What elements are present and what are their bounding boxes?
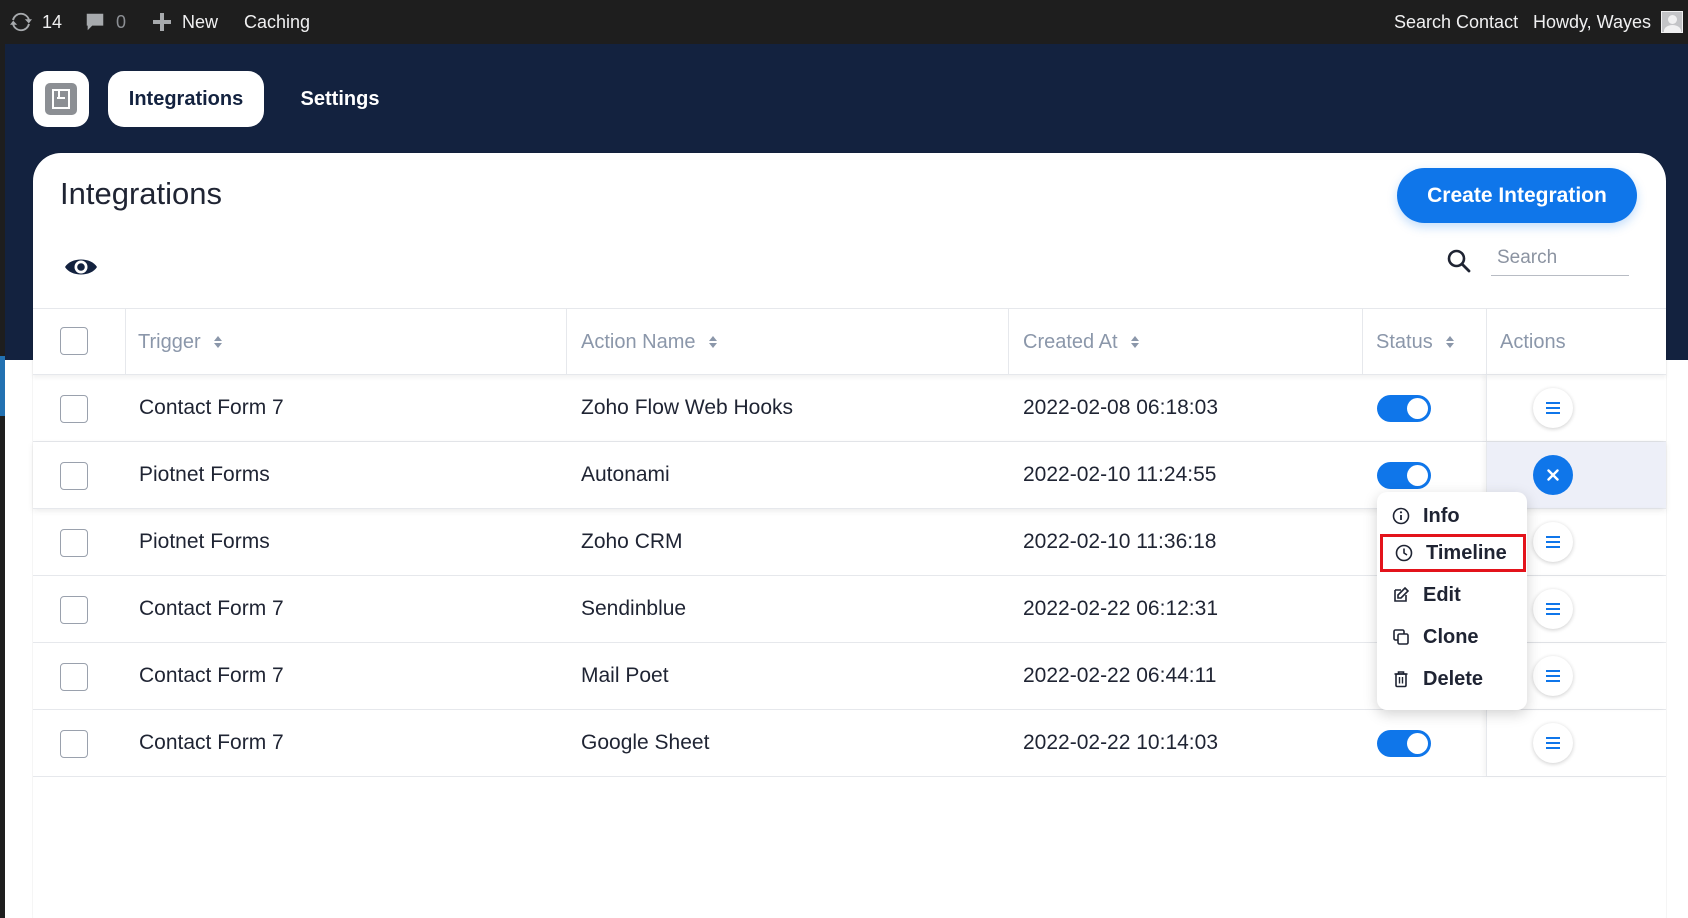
updates-item[interactable]: 14: [10, 0, 62, 44]
plugin-logo-button[interactable]: [33, 71, 89, 127]
actions-cell: [1486, 375, 1666, 441]
actions-cell: [1486, 710, 1666, 776]
table-header: Trigger Action Name Created At Status Ac…: [33, 308, 1666, 375]
trigger-cell: Piotnet Forms: [139, 463, 270, 486]
admin-bar: 14 0 New Caching Search Contact Howdy, W…: [0, 0, 1688, 44]
menu-item-edit[interactable]: Edit: [1377, 576, 1527, 614]
clock-icon: [1394, 543, 1414, 563]
select-all-checkbox[interactable]: [60, 327, 88, 355]
caching-label: Caching: [244, 11, 311, 32]
column-created-at[interactable]: Created At: [1023, 309, 1140, 375]
created-at-cell: 2022-02-08 06:18:03: [1023, 396, 1218, 419]
edit-icon: [1391, 585, 1411, 605]
row-checkbox[interactable]: [60, 462, 88, 490]
menu-icon: [1546, 603, 1560, 615]
status-toggle[interactable]: [1377, 462, 1431, 489]
menu-item-delete[interactable]: Delete: [1377, 660, 1527, 698]
caching-item[interactable]: Caching: [244, 0, 310, 44]
search-input[interactable]: [1491, 240, 1629, 276]
close-icon: [1547, 469, 1559, 481]
admin-sidebar-edge: [0, 44, 5, 918]
created-at-cell: 2022-02-22 10:14:03: [1023, 731, 1218, 754]
menu-icon: [1546, 737, 1560, 749]
menu-icon: [1546, 670, 1560, 682]
comments-count: 0: [116, 11, 127, 32]
comments-item[interactable]: 0: [84, 0, 126, 44]
action-name-cell: Sendinblue: [581, 597, 687, 620]
row-checkbox[interactable]: [60, 663, 88, 691]
menu-item-timeline[interactable]: Timeline: [1380, 534, 1526, 572]
row-checkbox[interactable]: [60, 395, 88, 423]
action-name-cell: Google Sheet: [581, 731, 710, 754]
eye-icon[interactable]: [64, 255, 98, 279]
row-checkbox[interactable]: [60, 529, 88, 557]
refresh-icon: [10, 12, 32, 32]
updates-count: 14: [42, 11, 63, 32]
avatar: [1661, 11, 1684, 33]
new-label: New: [182, 11, 219, 32]
sort-icon: [1445, 335, 1455, 349]
trigger-cell: Contact Form 7: [139, 664, 284, 687]
sort-icon: [1130, 335, 1140, 349]
sort-icon: [708, 335, 718, 349]
row-menu-button[interactable]: [1533, 388, 1573, 428]
table-row: Contact Form 7 Zoho Flow Web Hooks 2022-…: [33, 375, 1666, 442]
row-menu-button[interactable]: [1533, 522, 1573, 562]
row-menu-button[interactable]: [1533, 723, 1573, 763]
trigger-cell: Contact Form 7: [139, 597, 284, 620]
howdy-label: Howdy, Wayes: [1533, 11, 1652, 32]
menu-item-info[interactable]: Info: [1377, 497, 1527, 535]
created-at-cell: 2022-02-22 06:12:31: [1023, 597, 1218, 620]
create-integration-button[interactable]: Create Integration: [1397, 168, 1637, 223]
trash-icon: [1391, 669, 1411, 689]
table-row: Contact Form 7 Google Sheet 2022-02-22 1…: [33, 710, 1666, 777]
actions-dropdown: Info Timeline Edit Clone Delete: [1377, 492, 1527, 710]
created-at-cell: 2022-02-10 11:36:18: [1023, 530, 1217, 553]
close-menu-button[interactable]: [1533, 455, 1573, 495]
menu-icon: [1546, 402, 1560, 414]
action-name-cell: Mail Poet: [581, 664, 669, 687]
sort-icon: [213, 335, 223, 349]
search-contact-label: Search Contact: [1394, 11, 1519, 32]
clone-icon: [1391, 627, 1411, 647]
status-toggle[interactable]: [1377, 395, 1431, 422]
column-status[interactable]: Status: [1376, 309, 1455, 375]
menu-item-clone[interactable]: Clone: [1377, 618, 1527, 656]
plus-icon: [153, 13, 171, 31]
created-at-cell: 2022-02-10 11:24:55: [1023, 463, 1217, 486]
menu-icon: [1546, 536, 1560, 548]
row-menu-button[interactable]: [1533, 656, 1573, 696]
status-toggle[interactable]: [1377, 730, 1431, 757]
account-menu[interactable]: Howdy, Wayes: [1533, 0, 1684, 44]
action-name-cell: Zoho Flow Web Hooks: [581, 396, 794, 419]
action-name-cell: Zoho CRM: [581, 530, 683, 553]
info-icon: [1391, 506, 1411, 526]
trigger-cell: Contact Form 7: [139, 396, 284, 419]
column-action-name[interactable]: Action Name: [581, 309, 718, 375]
tab-settings[interactable]: Settings: [282, 71, 398, 127]
comment-icon: [86, 13, 104, 31]
search-icon[interactable]: [1446, 248, 1472, 274]
created-at-cell: 2022-02-22 06:44:11: [1023, 664, 1217, 687]
row-checkbox[interactable]: [60, 730, 88, 758]
row-checkbox[interactable]: [60, 596, 88, 624]
plugin-logo-icon: [45, 83, 77, 115]
tab-integrations[interactable]: Integrations: [108, 71, 264, 127]
column-trigger[interactable]: Trigger: [138, 309, 223, 375]
column-actions: Actions: [1500, 330, 1566, 353]
row-menu-button[interactable]: [1533, 589, 1573, 629]
action-name-cell: Autonami: [581, 463, 670, 486]
trigger-cell: Contact Form 7: [139, 731, 284, 754]
trigger-cell: Piotnet Forms: [139, 530, 270, 553]
search-contact-link[interactable]: Search Contact: [1394, 0, 1518, 44]
new-item[interactable]: New: [152, 0, 218, 44]
page-title: Integrations: [60, 176, 222, 211]
